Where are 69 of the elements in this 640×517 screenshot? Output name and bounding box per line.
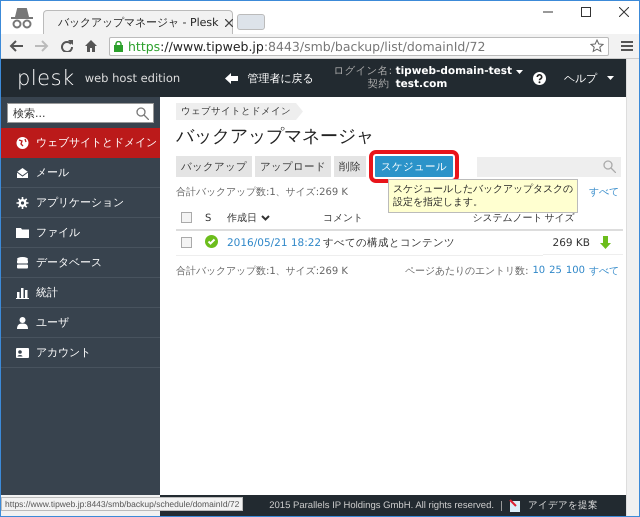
suggest-idea-link[interactable]: アイデアを提案 [528, 499, 598, 512]
pagination-link[interactable]: 25 [549, 265, 562, 276]
search-icon[interactable] [136, 106, 149, 120]
back-icon[interactable] [9, 40, 23, 52]
caret-icon[interactable] [607, 76, 614, 80]
comment-cell: すべての構成とコンテンツ [322, 230, 472, 255]
edition-label: web host edition [84, 71, 180, 85]
column-header[interactable]: システムノート [471, 207, 544, 230]
column-header[interactable]: コメント [322, 207, 472, 230]
column-header[interactable]: サイズ [543, 207, 623, 230]
sidebar-item[interactable]: ウェブサイトとドメイン [1, 128, 160, 158]
sidebar-item[interactable]: ファイル [1, 218, 160, 248]
size-cell: 269 KB [552, 236, 590, 248]
select-all-checkbox[interactable] [181, 212, 192, 224]
help-icon[interactable] [533, 72, 546, 84]
maximize-icon[interactable] [581, 7, 591, 17]
sort-chevron-icon[interactable] [261, 215, 270, 221]
browser-tab[interactable]: バックアップマネージャ - Plesk [43, 10, 233, 34]
note-pencil-icon[interactable] [509, 499, 521, 512]
contract-label: 契約 [366, 78, 390, 91]
row-checkbox[interactable] [181, 237, 192, 248]
breadcrumb-link[interactable]: ウェブサイトとドメイン [176, 103, 303, 120]
menu-icon[interactable] [621, 41, 633, 51]
backup-date-link[interactable]: 2016/05/21 18:22 [227, 236, 322, 249]
pagination-link[interactable]: すべて [589, 264, 619, 278]
status-url: https://www.tipweb.jp:8443/smb/backup/schedule/domainId/72 [1, 497, 244, 511]
page-title: バックアップマネージャ [176, 125, 375, 148]
back-to-admin-link[interactable]: 管理者に戻る [248, 70, 314, 86]
url-text: https://www.tipweb.jp:8443/smb/backup/list/domainId/72 [128, 38, 486, 54]
reload-icon[interactable] [61, 40, 73, 52]
chart-icon [16, 286, 29, 298]
toolbar-button[interactable]: バックアップ [176, 156, 252, 177]
tooltip: スケジュールしたバックアップタスクの設定を指定します。 [388, 179, 578, 213]
folder-icon [16, 226, 29, 238]
database-icon [16, 256, 29, 268]
login-label: ログイン名: [334, 65, 390, 78]
contract-value: test.com [396, 78, 448, 91]
globe-icon [16, 136, 29, 148]
sidebar-item[interactable]: アカウント [1, 338, 160, 368]
pagination-link[interactable]: 10 [532, 265, 546, 276]
pagination-link[interactable]: 100 [566, 265, 585, 276]
list-search-field[interactable] [477, 156, 621, 176]
home-icon[interactable] [85, 40, 97, 52]
user-icon [16, 316, 29, 328]
card-icon [16, 346, 29, 358]
close-icon[interactable] [619, 7, 629, 17]
star-icon[interactable] [590, 39, 604, 53]
tab-title: バックアップマネージャ - Plesk [58, 15, 219, 30]
pagination-link[interactable]: すべて [589, 185, 619, 199]
gear-icon [16, 196, 29, 208]
pagination-label: ページあたりのエントリ数: [405, 264, 528, 278]
address-bar[interactable]: https://www.tipweb.jp:8443/smb/backup/list/domainId/72 [109, 36, 609, 56]
plesk-logo[interactable]: plesk [17, 66, 75, 90]
summary-text: 合計バックアップ数:1、サイズ:269 K [176, 186, 348, 199]
left-arrow-icon[interactable] [224, 72, 238, 84]
caret-icon[interactable] [516, 70, 523, 74]
close-tab-icon[interactable] [224, 18, 233, 26]
login-user-menu[interactable]: tipweb-domain-test [396, 65, 512, 78]
help-menu[interactable]: ヘルプ [564, 70, 597, 86]
copyright-text: 2015 Parallels IP Holdings GmbH. All rights reserved. [269, 500, 494, 511]
column-header[interactable]: S [204, 207, 226, 230]
toolbar-button[interactable]: アップロード [255, 156, 331, 177]
mail-icon [16, 166, 29, 178]
lock-icon [114, 40, 123, 52]
success-check-icon [205, 234, 218, 248]
sidebar-search-field[interactable]: 検索... [7, 103, 154, 123]
column-header[interactable]: 作成日 [226, 207, 322, 230]
toolbar-button[interactable]: 削除 [334, 156, 366, 177]
summary-text: 合計バックアップ数:1、サイズ:269 K [176, 264, 348, 278]
